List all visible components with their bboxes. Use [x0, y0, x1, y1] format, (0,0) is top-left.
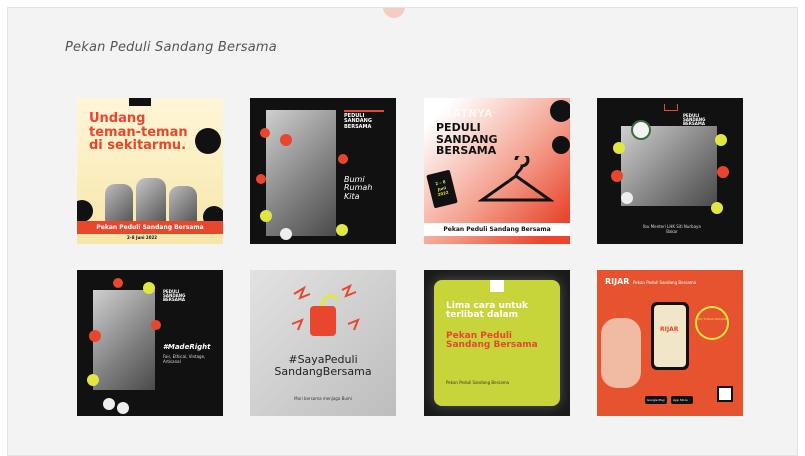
tile-subtitle: Fair, Ethical, Vintage, Artisanal — [163, 354, 206, 365]
date-label: 2–8 Juni 2022 — [127, 235, 158, 240]
red-dot — [611, 170, 623, 182]
post-tile-3[interactable]: SAATNYA PEDULI SANDANG BERSAMA 2 – 8 Jun… — [424, 98, 570, 244]
tile-headline: #MadeRight — [163, 343, 211, 351]
phone-screen — [654, 305, 686, 367]
tag-label: 2 – 8 Juni 2022 — [426, 169, 458, 209]
white-dot — [103, 398, 115, 410]
google-play-label: Google Play — [647, 398, 665, 402]
portrait-photo — [266, 110, 336, 236]
qr-code — [717, 386, 733, 402]
tag-date: 2 – 8 Juni 2022 — [434, 179, 450, 198]
badge-ring — [695, 306, 729, 340]
hanger-logo-icon — [490, 280, 504, 292]
tile-highlight: Pekan Peduli Sandang Bersama — [446, 331, 538, 351]
yellow-dot — [613, 142, 625, 154]
tile-tag: PEDULI SANDANG BERSAMA — [683, 113, 706, 127]
red-dot — [256, 174, 266, 184]
black-dot — [552, 136, 570, 154]
fist-hanger-illustration — [291, 284, 360, 336]
black-corner-shape — [129, 98, 151, 106]
tile-headline: Lima cara untuk terlibat dalam — [446, 301, 528, 321]
phone-mockup: RIJAR — [651, 302, 689, 370]
black-dot — [77, 200, 93, 222]
tile-band: Pekan Peduli Sandang Bersama — [424, 223, 570, 236]
white-dot — [117, 402, 129, 414]
tile-tag: PEDULI SANDANG BERSAMA — [344, 113, 372, 130]
red-dot — [89, 330, 101, 342]
red-dot — [717, 166, 729, 178]
white-dot — [280, 228, 292, 240]
post-tile-7[interactable]: Lima cara untuk terlibat dalam Pekan Ped… — [424, 270, 570, 416]
tile-band: Pekan Peduli Sandang Bersama — [77, 221, 223, 234]
yellow-dot — [87, 374, 99, 386]
post-tile-4[interactable]: PEDULI SANDANG BERSAMA Ibu Menteri LHK S… — [597, 98, 743, 244]
red-dot — [338, 154, 348, 164]
fists-illustration — [105, 176, 197, 222]
yellow-dot — [715, 134, 727, 146]
red-dot — [151, 320, 161, 330]
portrait-photo — [93, 290, 155, 390]
post-tile-2[interactable]: PEDULI SANDANG BERSAMA Bumi Rumah Kita — [250, 98, 396, 244]
photo-caption: Ibu Menteri LHK Siti Nurbaya Bakar — [643, 224, 701, 235]
brand-logo: RIJAR — [605, 277, 630, 286]
tile-subtitle: Mari bersama menjaga Bumi — [294, 396, 352, 401]
hand-illustration — [601, 318, 641, 388]
emblem — [631, 120, 651, 140]
app-store-button[interactable]: App Store — [671, 396, 693, 404]
red-dot — [260, 128, 270, 138]
post-tile-1[interactable]: Undang teman-teman di sekitarmu. Pekan P… — [77, 98, 223, 244]
phone-screen-logo: RIJAR — [660, 326, 679, 333]
red-dot — [280, 134, 292, 146]
hanger-icon — [478, 156, 554, 202]
app-store-label: App Store — [673, 398, 688, 402]
section-title: Pekan Peduli Sandang Bersama — [65, 40, 277, 55]
tile-top-label: SAATNYA — [436, 107, 494, 120]
white-dot — [621, 192, 633, 204]
tile-headline: Undang teman-teman di sekitarmu. — [89, 111, 188, 154]
hanger-logo-icon — [664, 104, 678, 111]
tile-subtitle: Pekan Peduli Sandang Bersama — [446, 380, 510, 385]
tile-subtitle: Pekan Peduli Sandang Bersama — [633, 280, 697, 285]
post-tile-6[interactable]: #SayaPeduli SandangBersama Mari bersama … — [250, 270, 396, 416]
yellow-dot — [143, 282, 155, 294]
tile-headline: Bumi Rumah Kita — [344, 175, 373, 201]
post-tile-5[interactable]: PEDULI SANDANG BERSAMA #MadeRight Fair, … — [77, 270, 223, 416]
yellow-dot — [260, 210, 272, 222]
tile-headline: PEDULI SANDANG BERSAMA — [436, 121, 498, 158]
tile-headline: #SayaPeduli SandangBersama — [274, 353, 372, 378]
badge-text: AYO TUKAR PAKAIAN — [696, 317, 728, 321]
post-tile-8[interactable]: RIJAR Pekan Peduli Sandang Bersama RIJAR… — [597, 270, 743, 416]
yellow-dot — [711, 202, 723, 214]
yellow-dot — [336, 224, 348, 236]
google-play-button[interactable]: Google Play — [645, 396, 667, 404]
red-dot — [113, 278, 123, 288]
tile-tag: PEDULI SANDANG BERSAMA — [163, 289, 186, 303]
page-canvas: Pekan Peduli Sandang Bersama Undang tema… — [7, 7, 798, 456]
black-dot — [550, 100, 570, 122]
top-decoration — [383, 8, 405, 18]
